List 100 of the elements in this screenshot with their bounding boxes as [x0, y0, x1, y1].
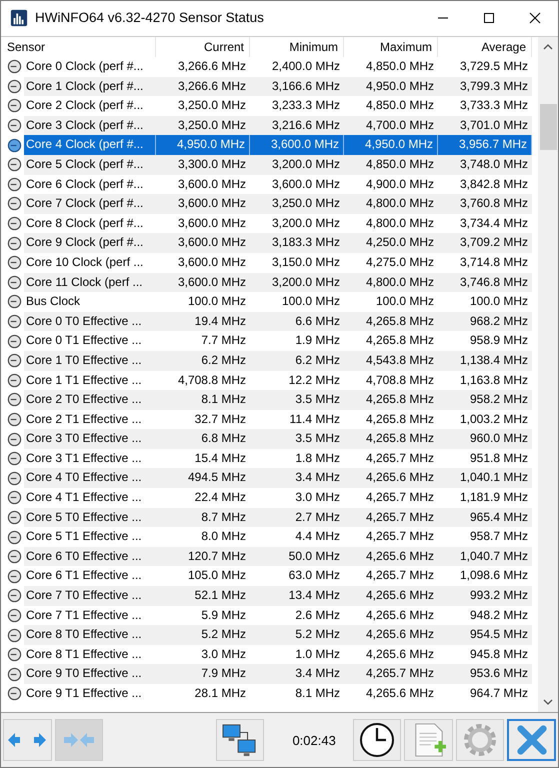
table-cell-text: 4.4 MHz: [294, 528, 341, 546]
gauge-icon: [7, 412, 22, 427]
table-cell-text: 11.4 MHz: [288, 410, 341, 428]
scroll-down-icon[interactable]: [543, 699, 553, 705]
table-cell: Core 3 T0 Effective ...: [24, 429, 156, 449]
table-cell: 4,265.8 MHz: [344, 390, 438, 410]
table-cell: 1,040.7 MHz: [438, 546, 532, 566]
column-header[interactable]: Sensor: [1, 37, 156, 57]
gauge-icon: [7, 568, 22, 584]
table-cell-text: 1.0 MHz: [294, 646, 341, 663]
clock-icon: [359, 722, 396, 758]
settings-icon: [462, 722, 498, 758]
table-cell-text: 3,842.8 MHz: [458, 176, 529, 193]
table-cell-text: Core 8 T1 Effective ...: [25, 646, 143, 663]
column-header[interactable]: Maximum: [344, 37, 438, 57]
table-cell: 494.5 MHz: [156, 468, 250, 488]
table-cell-text: 3,600.0 MHz: [176, 176, 247, 193]
table-cell-text: 964.7 MHz: [468, 685, 529, 702]
table-cell-text: 3,734.4 MHz: [458, 214, 529, 232]
table-cell: 4,265.6 MHz: [344, 546, 438, 566]
table-cell: 5.2 MHz: [250, 625, 344, 645]
table-cell: 4,250.0 MHz: [344, 233, 438, 253]
table-cell-text: 948.2 MHz: [468, 606, 529, 624]
table-cell-text: 958.9 MHz: [468, 332, 529, 350]
table-cell-text: 4,275.0 MHz: [364, 254, 435, 271]
gauge-icon: [7, 490, 22, 506]
table-cell: 958.2 MHz: [438, 390, 532, 410]
table-cell-text: 3.0 MHz: [294, 489, 341, 506]
gauge-icon: [7, 647, 22, 662]
table-cell: 4,543.8 MHz: [344, 350, 438, 370]
table-cell-text: 12.2 MHz: [288, 372, 341, 388]
table-cell: 3,266.6 MHz: [156, 76, 250, 96]
table-cell-text: 4,800.0 MHz: [364, 214, 435, 232]
table-cell-text: Core 7 T1 Effective ...: [25, 606, 143, 624]
table-cell: 120.7 MHz: [156, 546, 250, 566]
scroll-thumb[interactable]: [540, 104, 557, 150]
table-cell-text: Core 10 Clock (perf ...: [25, 254, 144, 271]
table-cell-text: 1,003.2 MHz: [458, 410, 529, 428]
gauge-icon: [7, 353, 22, 368]
table-cell: Core 5 Clock (perf #...: [24, 154, 156, 175]
column-header[interactable]: Minimum: [250, 37, 344, 57]
table-cell: 4,950.0 MHz: [156, 135, 250, 155]
gauge-icon: [7, 59, 22, 74]
table-cell-text: 4,265.7 MHz: [364, 450, 435, 467]
table-cell-text: Core 3 T1 Effective ...: [25, 450, 143, 467]
table-cell: 993.2 MHz: [438, 586, 532, 606]
table-cell: Core 8 T0 Effective ...: [24, 625, 156, 645]
table-cell: 4,265.8 MHz: [344, 312, 438, 332]
table-cell: 4,265.6 MHz: [344, 586, 438, 606]
network-button[interactable]: [216, 719, 264, 761]
table-cell-text: 945.8 MHz: [468, 646, 529, 663]
collapse-button[interactable]: [54, 719, 104, 761]
settings-button[interactable]: [456, 719, 504, 761]
gauge-icon: [7, 608, 22, 623]
scrollbar[interactable]: [538, 37, 558, 712]
table-cell: 6.6 MHz: [250, 312, 344, 332]
table-cell: 3,600.0 MHz: [250, 135, 344, 155]
expand-button[interactable]: [3, 719, 52, 761]
table-cell: 3.5 MHz: [250, 429, 344, 449]
table-cell-text: 15.4 MHz: [194, 450, 247, 467]
table-cell-text: 32.7 MHz: [194, 410, 247, 428]
column-header[interactable]: Average: [438, 37, 532, 57]
table-cell: 3,300.0 MHz: [156, 154, 250, 175]
table-cell-text: 2,400.0 MHz: [270, 58, 341, 75]
gauge-icon: [7, 392, 22, 408]
gauge-icon: [7, 530, 22, 545]
gauge-icon: [7, 118, 22, 134]
table-cell: Core 4 T0 Effective ...: [24, 468, 156, 488]
gauge-icon: [7, 216, 22, 232]
table-cell-text: 5.9 MHz: [200, 606, 247, 624]
table-cell-text: 3,600.0 MHz: [176, 214, 247, 232]
table-cell: 1,040.1 MHz: [438, 468, 532, 488]
column-header[interactable]: Current: [156, 37, 250, 57]
table-cell-text: 1.9 MHz: [294, 332, 341, 350]
close-button[interactable]: [507, 719, 556, 761]
scroll-up-icon[interactable]: [543, 44, 553, 50]
table-cell: Core 9 T0 Effective ...: [24, 664, 156, 684]
gauge-icon: [7, 274, 22, 290]
table-cell: 5.2 MHz: [156, 625, 250, 645]
clock-button[interactable]: [352, 719, 402, 761]
table-cell: Core 7 Clock (perf #...: [24, 194, 156, 214]
table-cell: 4,265.6 MHz: [344, 625, 438, 645]
table-cell: Core 6 T0 Effective ...: [24, 546, 156, 566]
table-cell-text: 1,098.6 MHz: [458, 567, 529, 584]
table-cell: 3,799.3 MHz: [438, 76, 532, 96]
gauge-icon: [7, 157, 22, 172]
table-cell-text: 28.1 MHz: [194, 685, 247, 702]
table-cell-text: Core 0 Clock (perf #...: [25, 58, 144, 75]
table-cell-text: 4,708.8 MHz: [176, 372, 247, 388]
table-cell: 3.4 MHz: [250, 664, 344, 684]
table-cell: 3,748.0 MHz: [438, 154, 532, 175]
gauge-icon: [7, 588, 22, 604]
table-cell-text: 63.0 MHz: [288, 567, 341, 584]
table-cell: Core 9 Clock (perf #...: [24, 233, 156, 253]
table-cell-text: 3,200.0 MHz: [270, 214, 341, 232]
gauge-icon: [7, 451, 22, 466]
table-cell: 3,166.6 MHz: [250, 76, 344, 96]
table-cell-text: Core 6 Clock (perf #...: [25, 176, 144, 193]
table-cell-text: 4,265.7 MHz: [364, 489, 435, 506]
table-cell: Core 1 Clock (perf #...: [24, 76, 156, 96]
